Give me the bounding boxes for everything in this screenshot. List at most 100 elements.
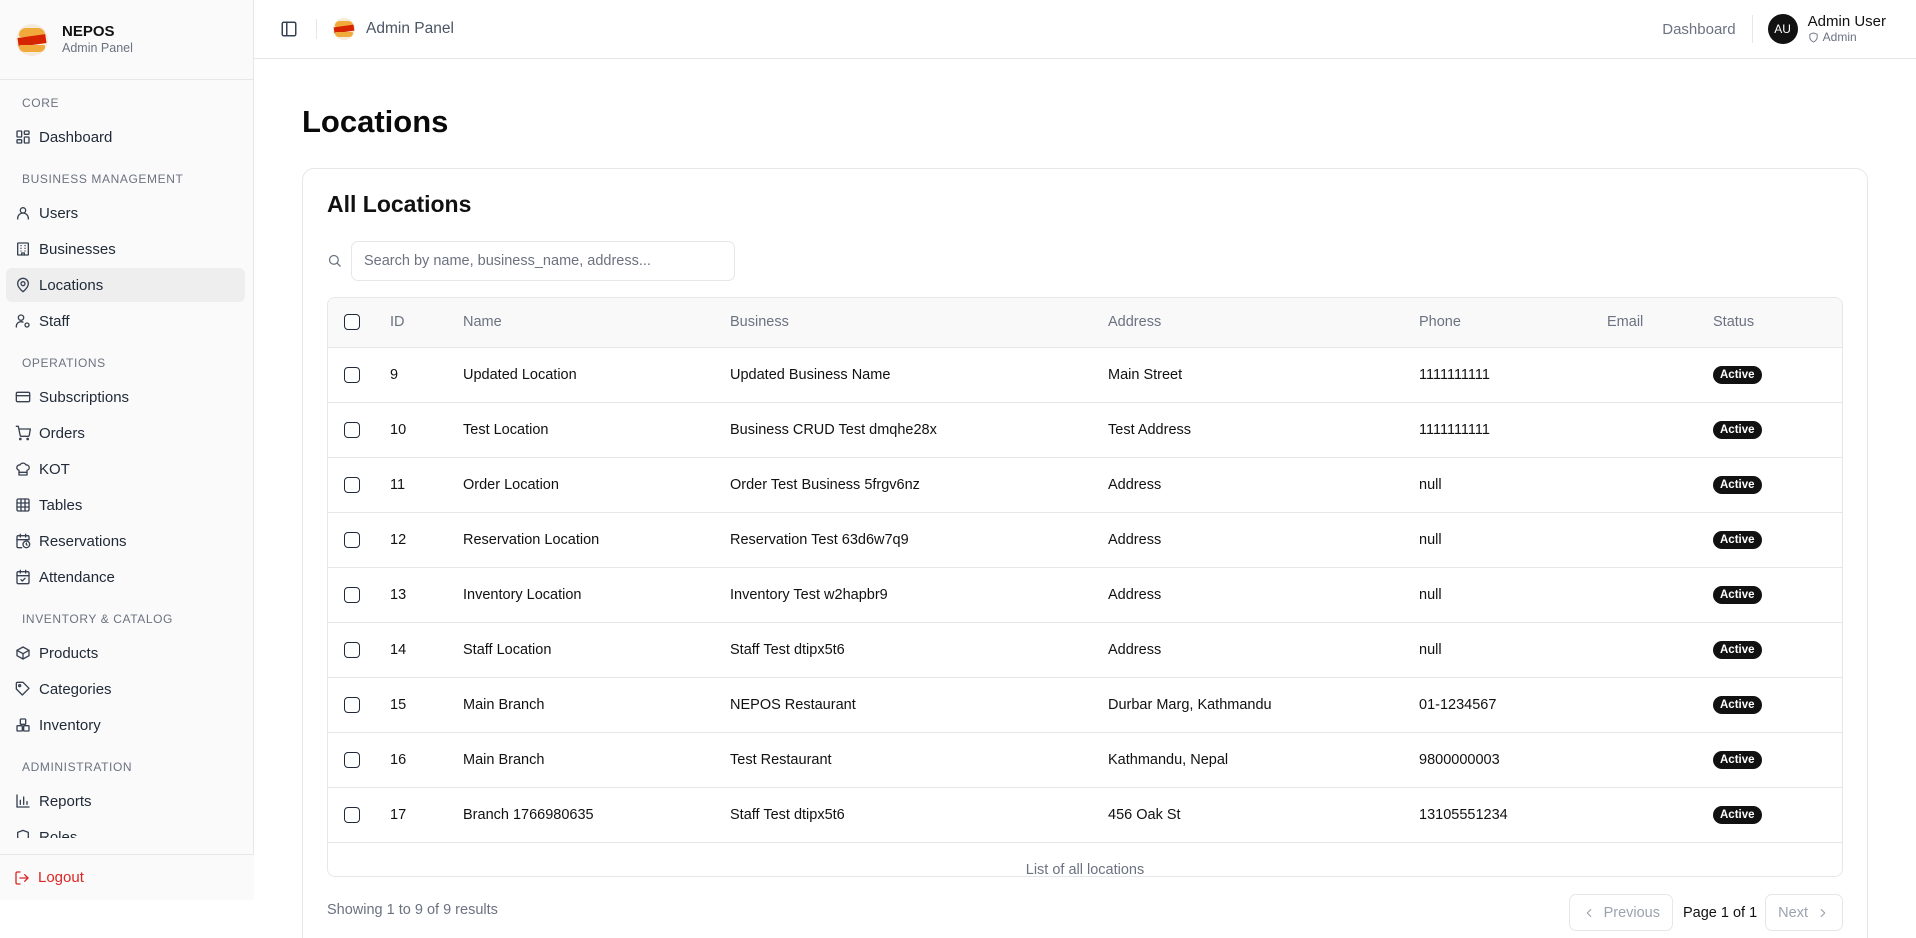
sidebar-footer: Logout bbox=[0, 854, 254, 900]
search-input[interactable] bbox=[351, 241, 735, 281]
logout-button[interactable]: Logout bbox=[14, 869, 84, 886]
status-badge: Active bbox=[1713, 530, 1762, 549]
avatar[interactable]: AU bbox=[1767, 14, 1798, 44]
column-header-business[interactable]: Business bbox=[730, 298, 1108, 348]
cell-phone: 13105551234 bbox=[1419, 787, 1607, 843]
table-caption: List of all locations bbox=[1025, 862, 1145, 877]
previous-page-button[interactable]: Previous bbox=[1568, 894, 1673, 931]
cell-phone: null bbox=[1419, 457, 1607, 513]
row-checkbox[interactable] bbox=[344, 806, 360, 823]
cell-name: Test Location bbox=[463, 402, 730, 458]
next-page-button[interactable]: Next bbox=[1765, 894, 1843, 931]
cell-phone: 01-1234567 bbox=[1419, 677, 1607, 733]
row-checkbox[interactable] bbox=[344, 421, 360, 438]
sidebar-item-reports[interactable]: Reports bbox=[6, 784, 245, 818]
header-dashboard-link[interactable]: Dashboard bbox=[1662, 21, 1735, 38]
column-header-address[interactable]: Address bbox=[1108, 298, 1419, 348]
sidebar-item-subscriptions[interactable]: Subscriptions bbox=[6, 380, 245, 414]
user-menu[interactable]: Admin User Admin bbox=[1807, 13, 1886, 45]
sidebar-item-label: KOT bbox=[39, 460, 70, 478]
table-row[interactable]: 16 Main Branch Test Restaurant Kathmandu, N… bbox=[328, 732, 1842, 788]
cell-address: Address bbox=[1108, 512, 1419, 568]
column-header-id[interactable]: ID bbox=[390, 298, 463, 348]
sidebar-item-categories[interactable]: Categories bbox=[6, 672, 245, 706]
cell-name: Reservation Location bbox=[463, 512, 730, 568]
column-header-name[interactable]: Name bbox=[463, 298, 730, 348]
sidebar-item-label: Staff bbox=[39, 312, 70, 330]
row-checkbox[interactable] bbox=[344, 696, 360, 713]
building-icon bbox=[17, 242, 29, 256]
calendar-check-icon bbox=[16, 569, 30, 585]
row-checkbox[interactable] bbox=[344, 586, 360, 603]
table-row[interactable]: 9 Updated Location Updated Business Name Ma… bbox=[328, 347, 1842, 403]
cell-address: Address bbox=[1108, 457, 1419, 513]
nav-group-title: OPERATIONS bbox=[22, 356, 106, 370]
cell-id: 12 bbox=[390, 512, 463, 568]
status-badge: Active bbox=[1713, 585, 1762, 604]
cell-business: Test Restaurant bbox=[730, 732, 1108, 788]
cell-address: Durbar Marg, Kathmandu bbox=[1108, 677, 1419, 733]
cell-id: 9 bbox=[390, 347, 463, 403]
sidebar-item-label: Locations bbox=[39, 276, 104, 294]
cell-address: 456 Oak St bbox=[1108, 787, 1419, 843]
sidebar-item-inventory[interactable]: Inventory bbox=[6, 708, 245, 742]
card-title: All Locations bbox=[327, 191, 472, 217]
sidebar-item-label: Businesses bbox=[39, 240, 116, 258]
table-row[interactable]: 15 Main Branch NEPOS Restaurant Durbar Marg… bbox=[328, 677, 1842, 733]
nav-group-title: BUSINESS MANAGEMENT bbox=[22, 172, 184, 186]
user-role: Admin bbox=[1808, 30, 1886, 44]
tags-icon bbox=[15, 681, 30, 696]
sidebar-item-tables[interactable]: Tables bbox=[6, 488, 245, 522]
table-row[interactable]: 10 Test Location Business CRUD Test dmqhe2… bbox=[328, 402, 1842, 458]
sidebar-item-products[interactable]: Products bbox=[6, 636, 245, 670]
cell-phone: 9800000003 bbox=[1419, 732, 1607, 788]
sidebar-item-staff[interactable]: Staff bbox=[6, 304, 245, 338]
row-checkbox[interactable] bbox=[344, 531, 360, 548]
cell-phone: null bbox=[1419, 512, 1607, 568]
status-badge: Active bbox=[1713, 475, 1762, 494]
pagination: Previous Page 1 of 1 Next bbox=[1568, 894, 1843, 931]
shield-icon bbox=[1809, 31, 1818, 43]
cell-name: Staff Location bbox=[463, 622, 730, 678]
sidebar-item-users[interactable]: Users bbox=[6, 196, 245, 230]
sidebar-item-label: Products bbox=[39, 644, 99, 662]
table-row[interactable]: 11 Order Location Order Test Business 5frg… bbox=[328, 457, 1842, 513]
cell-id: 10 bbox=[390, 402, 463, 458]
cell-id: 16 bbox=[390, 732, 463, 788]
boxes-icon bbox=[16, 718, 30, 732]
sidebar-item-locations[interactable]: Locations bbox=[6, 268, 245, 302]
sidebar-item-roles[interactable]: Roles bbox=[6, 820, 245, 838]
cell-business: Inventory Test w2hapbr9 bbox=[730, 567, 1108, 623]
cell-address: Kathmandu, Nepal bbox=[1108, 732, 1419, 788]
brand[interactable]: NEPOS Admin Panel bbox=[0, 0, 253, 80]
brand-subtitle: Admin Panel bbox=[62, 41, 133, 55]
cell-name: Updated Location bbox=[463, 347, 730, 403]
column-header-email[interactable]: Email bbox=[1607, 298, 1713, 348]
header-title: Admin Panel bbox=[366, 20, 454, 37]
table-row[interactable]: 12 Reservation Location Reservation Test 6… bbox=[328, 512, 1842, 568]
cell-phone: null bbox=[1419, 622, 1607, 678]
sidebar-item-reservations[interactable]: Reservations bbox=[6, 524, 245, 558]
row-checkbox[interactable] bbox=[344, 751, 360, 768]
table-row[interactable]: 14 Staff Location Staff Test dtipx5t6 Addre… bbox=[328, 622, 1842, 678]
cell-phone: 1111111111 bbox=[1419, 347, 1607, 403]
sidebar-item-kot[interactable]: KOT bbox=[6, 452, 245, 486]
sidebar-item-attendance[interactable]: Attendance bbox=[6, 560, 245, 594]
sidebar-item-label: Users bbox=[39, 204, 79, 222]
row-checkbox[interactable] bbox=[344, 641, 360, 658]
table-row[interactable]: 17 Branch 1766980635 Staff Test dtipx5t6 45… bbox=[328, 787, 1842, 843]
table-row[interactable]: 13 Inventory Location Inventory Test w2hap… bbox=[328, 567, 1842, 623]
row-checkbox[interactable] bbox=[344, 476, 360, 493]
sidebar-item-businesses[interactable]: Businesses bbox=[6, 232, 245, 266]
row-checkbox[interactable] bbox=[344, 366, 360, 383]
user-name: Admin User bbox=[1807, 13, 1886, 30]
sidebar-toggle-icon[interactable] bbox=[280, 20, 298, 38]
sidebar-item-dashboard[interactable]: Dashboard bbox=[6, 120, 245, 154]
select-all-checkbox[interactable] bbox=[344, 314, 360, 331]
column-header-status[interactable]: Status bbox=[1713, 298, 1842, 348]
cell-name: Main Branch bbox=[463, 732, 730, 788]
sidebar-item-orders[interactable]: Orders bbox=[6, 416, 245, 450]
cart-icon bbox=[15, 425, 31, 441]
status-badge: Active bbox=[1713, 365, 1762, 384]
column-header-phone[interactable]: Phone bbox=[1419, 298, 1607, 348]
